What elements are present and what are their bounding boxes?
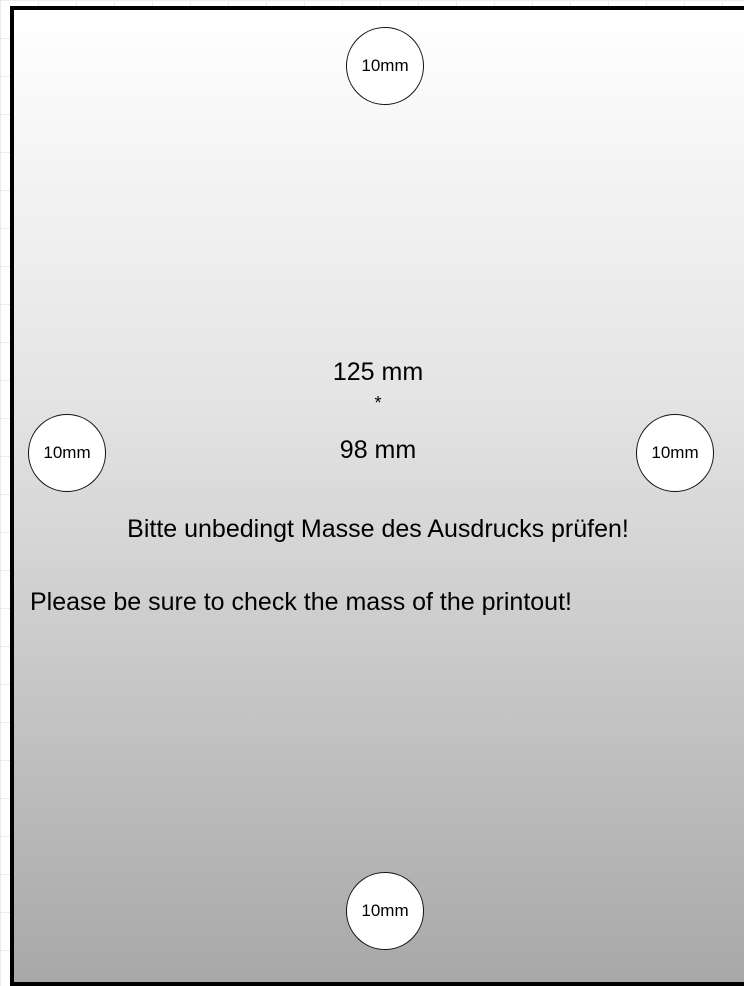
print-sheet: 10mm 10mm 10mm 10mm 125 mm * 98 mm Bitte… (10, 6, 744, 986)
notice-german: Bitte unbedingt Masse des Ausdrucks prüf… (127, 515, 629, 543)
calibration-circle-bottom: 10mm (346, 872, 424, 950)
circle-label-top: 10mm (361, 56, 409, 75)
notice-english: Please be sure to check the mass of the … (30, 588, 572, 616)
dimension-separator: * (374, 393, 382, 413)
dimension-height: 98 mm (339, 436, 417, 464)
circle-label-bottom: 10mm (361, 901, 409, 920)
dimension-width: 125 mm (332, 358, 424, 386)
calibration-circle-top: 10mm (346, 27, 424, 105)
